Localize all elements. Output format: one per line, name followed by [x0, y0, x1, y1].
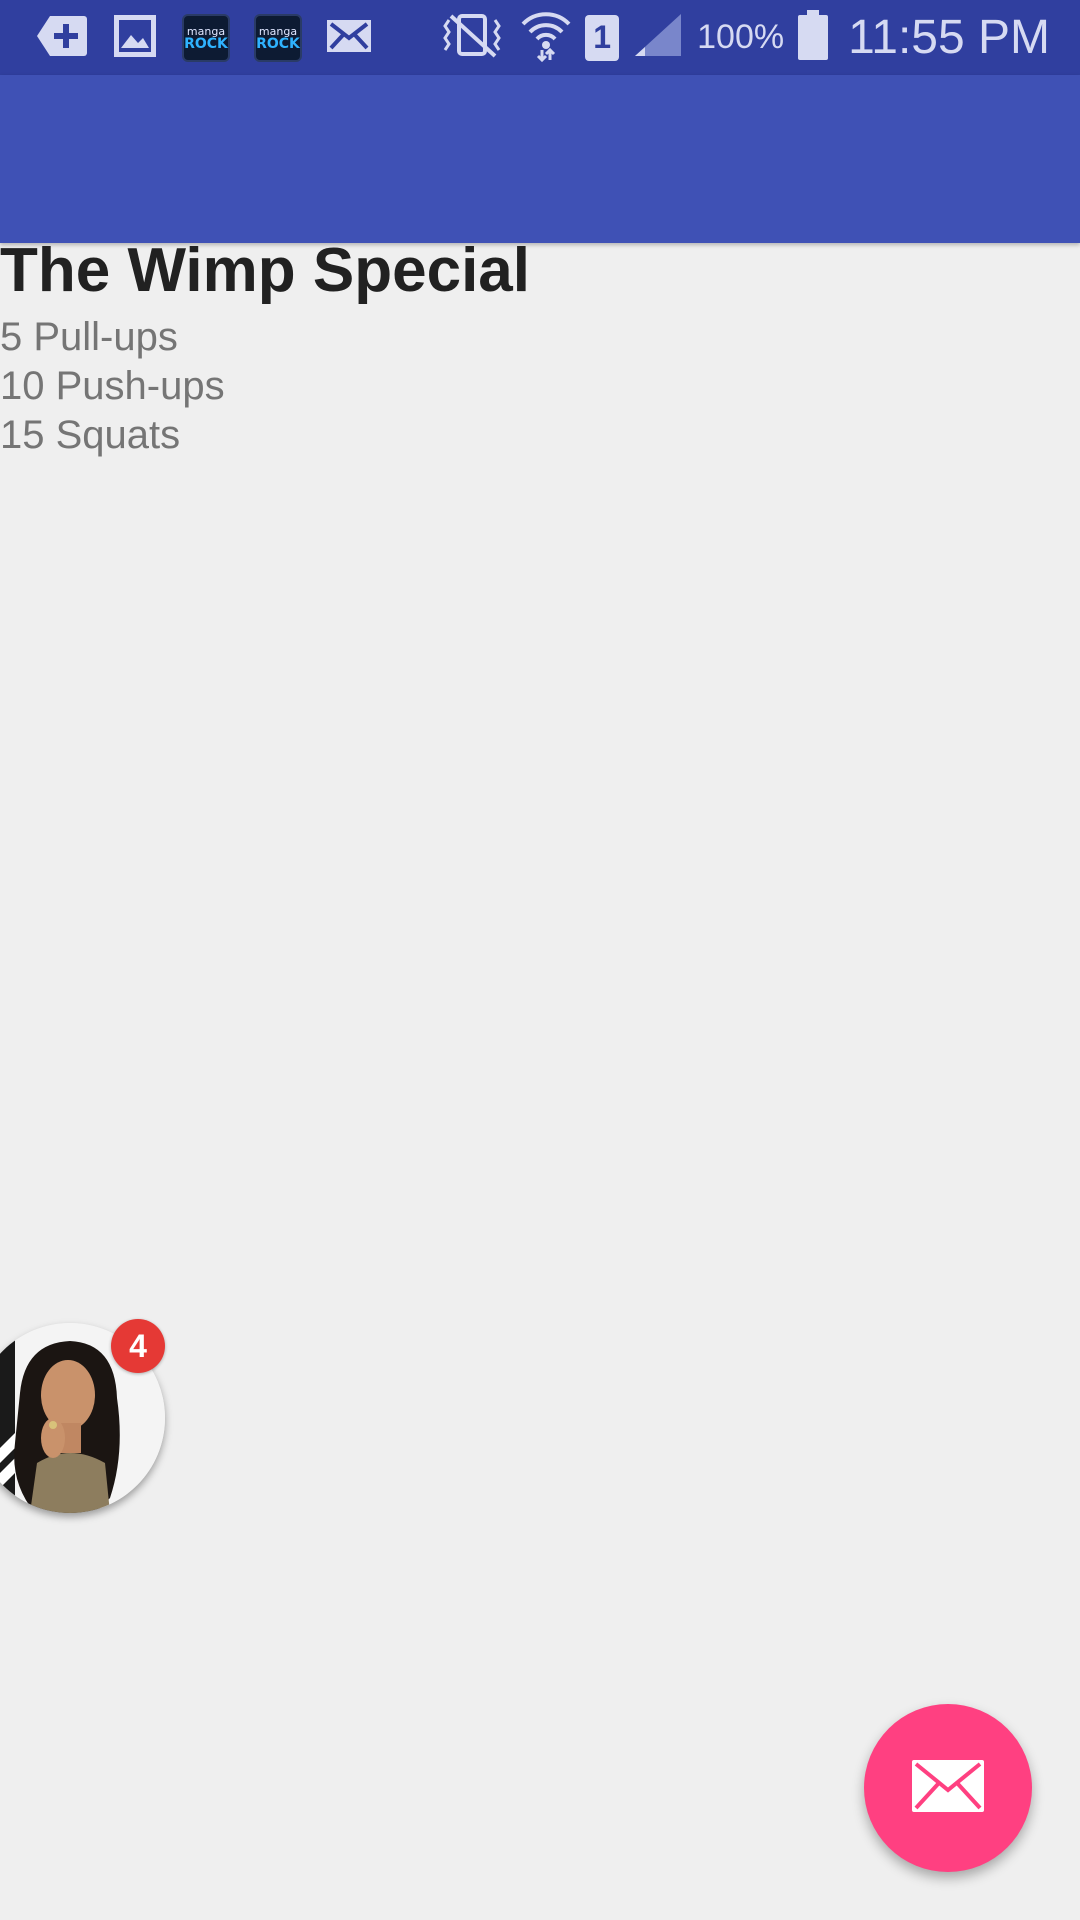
signal-icon	[633, 12, 683, 63]
wifi-icon	[521, 8, 571, 67]
unread-count-badge: 4	[111, 1319, 165, 1373]
vibrate-icon	[437, 12, 507, 63]
gallery-icon	[112, 13, 158, 64]
mail-icon	[326, 19, 372, 58]
battery-percentage: 100%	[697, 18, 785, 56]
battery-icon	[798, 10, 829, 65]
exercise-item: 5 Pull-ups	[0, 315, 178, 359]
app-bar	[0, 75, 1080, 243]
add-notification-icon	[36, 14, 88, 63]
system-icons: 1 100% 11:55 PM	[423, 0, 1050, 75]
exercise-item: 10 Push-ups	[0, 364, 225, 408]
manga-rock-icon: manga ROCK	[254, 14, 302, 62]
email-fab-button[interactable]	[864, 1704, 1032, 1872]
workout-content: The Wimp Special 5 Pull-ups 10 Push-ups …	[0, 235, 530, 460]
status-bar: manga ROCK manga ROCK 1 100% 11:55 PM	[0, 0, 1080, 75]
exercise-list: 5 Pull-ups 10 Push-ups 15 Squats	[0, 313, 530, 460]
manga-rock-icon: manga ROCK	[182, 14, 230, 62]
sim-icon: 1	[585, 14, 620, 61]
email-icon	[910, 1758, 986, 1819]
clock: 11:55 PM	[848, 11, 1050, 64]
exercise-item: 15 Squats	[0, 413, 181, 457]
workout-title: The Wimp Special	[0, 236, 530, 305]
notification-icons: manga ROCK manga ROCK	[36, 12, 396, 64]
